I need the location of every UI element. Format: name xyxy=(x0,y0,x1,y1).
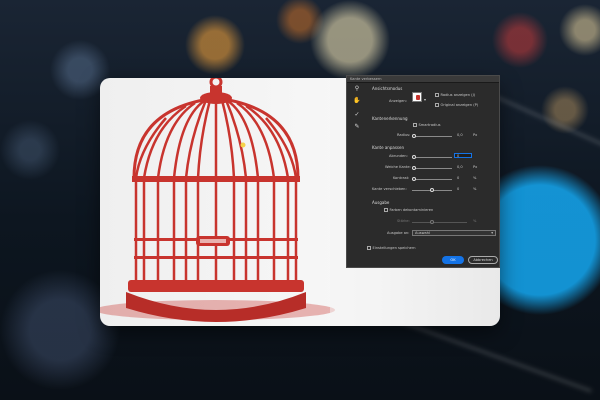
view-mode-heading: Ansichtsmodus xyxy=(372,86,403,91)
contrast-label: Kontrast: xyxy=(393,176,410,180)
shift-edge-slider-knob[interactable] xyxy=(430,188,434,193)
output-to-label: Ausgabe an: xyxy=(387,231,410,235)
radius-value[interactable]: 0,0 xyxy=(457,133,463,137)
feather-value[interactable]: 0,0 xyxy=(457,165,463,169)
decontaminate-checkbox[interactable] xyxy=(384,208,388,212)
smooth-slider-knob[interactable] xyxy=(412,155,416,160)
show-radius-checkbox[interactable] xyxy=(435,93,439,97)
erase-refinements-icon[interactable]: ✎ xyxy=(353,122,361,130)
chevron-down-icon: ▾ xyxy=(491,231,493,235)
contrast-unit: % xyxy=(473,176,477,180)
refine-radius-brush-icon[interactable]: ✓ xyxy=(353,110,361,118)
contrast-value[interactable]: 0 xyxy=(457,176,459,180)
radius-slider[interactable] xyxy=(412,134,452,139)
radius-label: Radius: xyxy=(397,133,411,137)
feather-unit: Px xyxy=(473,165,478,169)
feather-slider-knob[interactable] xyxy=(412,166,416,171)
smart-radius-label: Smartradius xyxy=(418,123,441,127)
shift-edge-unit: % xyxy=(473,187,477,191)
smooth-slider[interactable] xyxy=(412,155,452,160)
cancel-button[interactable]: Abbrechen xyxy=(468,256,498,264)
contrast-slider[interactable] xyxy=(412,177,452,182)
edge-detection-heading: Kantenerkennung xyxy=(372,116,408,121)
contrast-slider-knob[interactable] xyxy=(412,177,416,182)
show-original-option[interactable]: Original anzeigen (P) xyxy=(435,103,478,107)
refine-edge-dialog: Kante verbessern ⚲ ✋ ✓ ✎ Ansichtsmodus A… xyxy=(346,75,500,268)
show-original-label: Original anzeigen (P) xyxy=(440,103,479,107)
shift-edge-value[interactable]: 0 xyxy=(457,187,459,191)
decontaminate-label: Farben dekontaminieren xyxy=(389,208,434,212)
remember-settings-label: Einstellungen speichern xyxy=(372,246,416,250)
smooth-value: 0 xyxy=(457,154,460,158)
hand-icon[interactable]: ✋ xyxy=(353,96,361,104)
show-radius-label: Radius anzeigen (J) xyxy=(440,93,476,97)
output-heading: Ausgabe xyxy=(372,200,390,205)
shift-edge-slider[interactable] xyxy=(412,188,452,193)
view-mode-thumbnail[interactable] xyxy=(412,92,422,102)
radius-unit: Px xyxy=(473,133,478,137)
smart-radius-option[interactable]: Smartradius xyxy=(413,123,440,127)
zoom-icon[interactable]: ⚲ xyxy=(353,84,361,92)
output-to-select[interactable]: Auswahl ▾ xyxy=(412,230,496,236)
show-original-checkbox[interactable] xyxy=(435,103,439,107)
feather-slider[interactable] xyxy=(412,166,452,171)
decontaminate-option[interactable]: Farben dekontaminieren xyxy=(384,208,433,212)
smooth-value-field[interactable]: 0 xyxy=(454,153,472,158)
tool-strip: ⚲ ✋ ✓ ✎ xyxy=(353,84,363,134)
remember-settings-option[interactable]: Einstellungen speichern xyxy=(367,246,416,250)
view-label: Anzeigen: xyxy=(389,99,407,103)
adjust-edge-heading: Kante anpassen xyxy=(372,145,404,150)
ok-button[interactable]: OK xyxy=(442,256,464,264)
amount-slider-knob[interactable] xyxy=(430,220,434,225)
feather-label: Weiche Kante: xyxy=(385,165,411,169)
dialog-title[interactable]: Kante verbessern xyxy=(347,76,499,83)
smart-radius-checkbox[interactable] xyxy=(413,123,417,127)
amount-slider[interactable] xyxy=(412,220,467,225)
amount-unit: % xyxy=(473,219,477,223)
amount-label: Stärke: xyxy=(397,219,410,223)
show-radius-option[interactable]: Radius anzeigen (J) xyxy=(435,93,475,97)
radius-slider-knob[interactable] xyxy=(412,134,416,139)
remember-settings-checkbox[interactable] xyxy=(367,246,371,250)
output-to-value: Auswahl xyxy=(415,231,431,235)
smooth-label: Abrunden: xyxy=(389,154,408,158)
shift-edge-label: Kante verschieben: xyxy=(372,187,407,191)
chevron-down-icon[interactable]: ▾ xyxy=(424,97,426,102)
